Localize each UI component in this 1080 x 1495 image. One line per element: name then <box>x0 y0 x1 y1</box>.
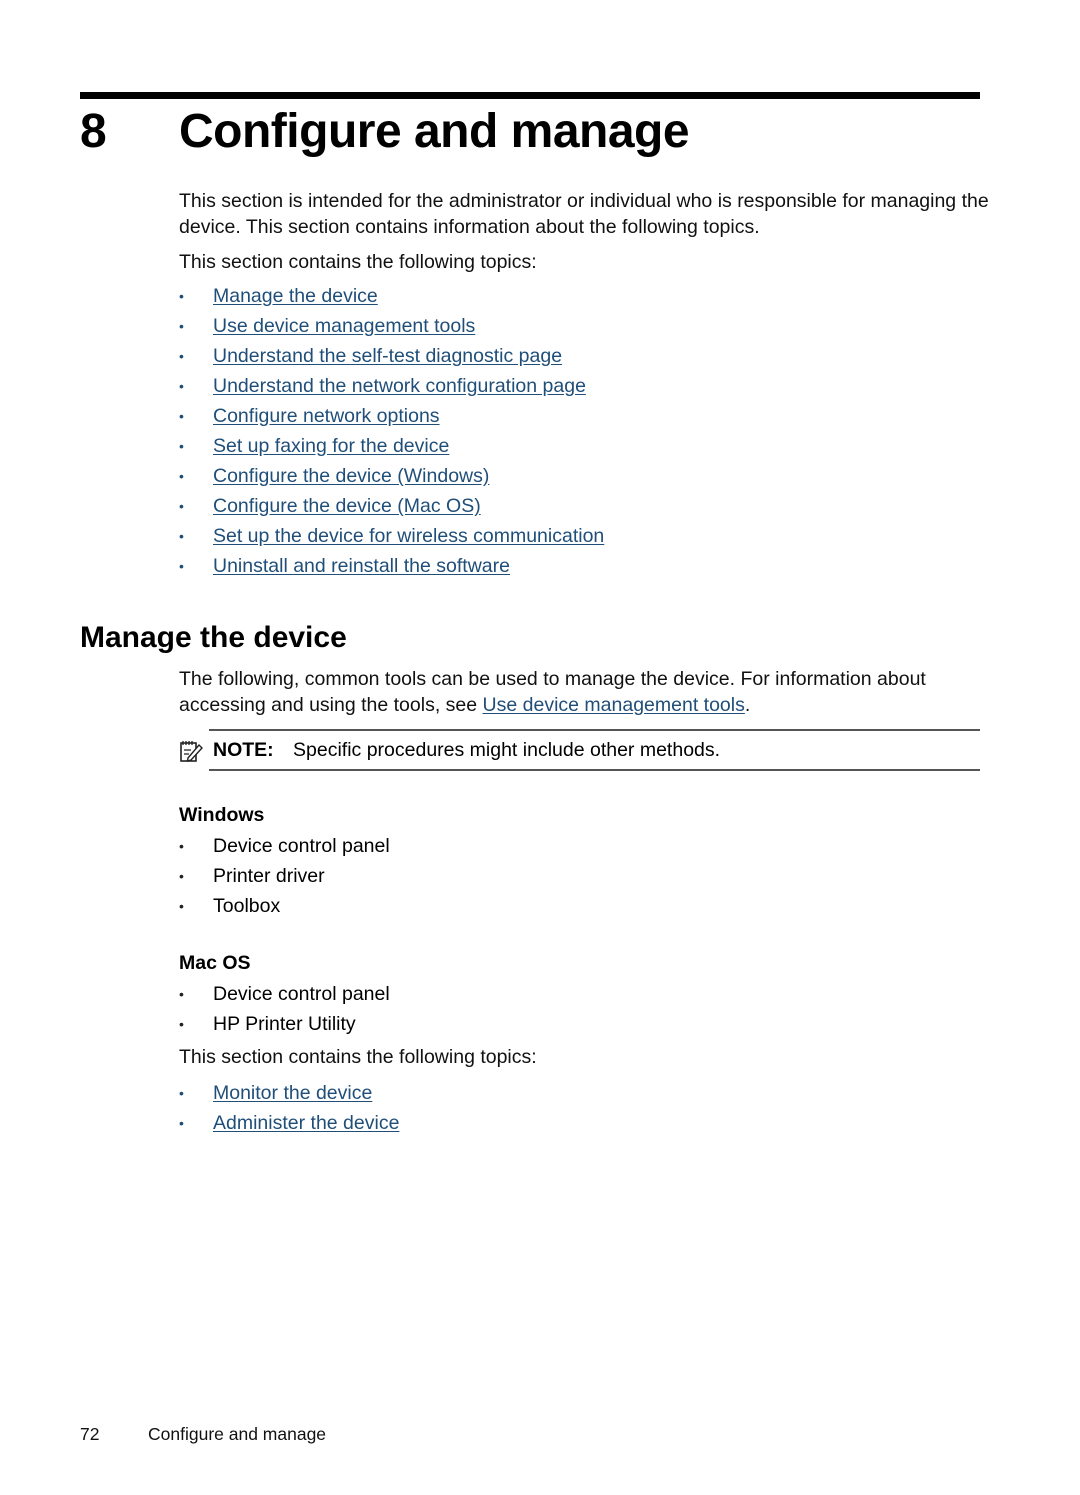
chapter-top-rule <box>80 92 980 99</box>
mac-heading: Mac OS <box>179 952 251 974</box>
footer-page-number: 72 <box>80 1424 100 1444</box>
mac-tool-control-panel: Device control panel <box>213 983 390 1005</box>
topic-link-uninstall-reinstall[interactable]: Uninstall and reinstall the software <box>213 551 510 581</box>
chapter-title: Configure and manage <box>179 105 690 158</box>
footer-chapter-title: Configure and manage <box>148 1424 327 1444</box>
bullet-icon: • <box>179 408 184 424</box>
note-bottom-rule <box>209 769 980 771</box>
manage-paragraph: The following, common tools can be used … <box>179 666 989 718</box>
inline-link-device-management-tools[interactable]: Use device management tools <box>483 694 745 716</box>
topic-link-device-management-tools[interactable]: Use device management tools <box>213 311 475 341</box>
note-label: NOTE: <box>213 739 274 761</box>
section-heading-manage-device: Manage the device <box>80 621 347 654</box>
bullet-icon: • <box>179 838 184 854</box>
chapter-heading: 8 Configure and manage <box>80 100 980 164</box>
topic-link-network-config-page[interactable]: Understand the network configuration pag… <box>213 371 586 401</box>
bullet-icon: • <box>179 558 184 574</box>
note-pencil-icon <box>179 739 203 763</box>
topic-link-wireless[interactable]: Set up the device for wireless communica… <box>213 521 604 551</box>
manage-topics-lead: This section contains the following topi… <box>179 1046 537 1068</box>
windows-tool-control-panel: Device control panel <box>213 835 390 857</box>
windows-heading: Windows <box>179 804 265 826</box>
topic-link-configure-windows[interactable]: Configure the device (Windows) <box>213 461 489 491</box>
bullet-icon: • <box>179 1115 184 1131</box>
bullet-icon: • <box>179 288 184 304</box>
bullet-icon: • <box>179 986 184 1002</box>
bullet-icon: • <box>179 318 184 334</box>
bullet-icon: • <box>179 528 184 544</box>
manage-paragraph-end: . <box>744 694 751 716</box>
topic-link-administer-device[interactable]: Administer the device <box>213 1108 399 1138</box>
bullet-icon: • <box>179 348 184 364</box>
bullet-icon: • <box>179 498 184 514</box>
topic-link-faxing[interactable]: Set up faxing for the device <box>213 431 449 461</box>
intro-topics-lead: This section contains the following topi… <box>179 251 537 273</box>
intro-paragraph: This section is intended for the adminis… <box>179 190 989 238</box>
windows-tool-printer-driver: Printer driver <box>213 865 325 887</box>
chapter-number: 8 <box>80 105 107 158</box>
bullet-icon: • <box>179 438 184 454</box>
bullet-icon: • <box>179 1016 184 1032</box>
topic-link-self-test-page[interactable]: Understand the self-test diagnostic page <box>213 341 562 371</box>
mac-tool-printer-utility: HP Printer Utility <box>213 1013 356 1035</box>
bullet-icon: • <box>179 378 184 394</box>
topic-link-configure-mac[interactable]: Configure the device (Mac OS) <box>213 491 481 521</box>
bullet-icon: • <box>179 1085 184 1101</box>
topic-link-manage-device[interactable]: Manage the device <box>213 281 378 311</box>
windows-tool-toolbox: Toolbox <box>213 895 281 917</box>
note-box: NOTE: Specific procedures might include … <box>179 736 979 764</box>
topic-link-network-options[interactable]: Configure network options <box>213 401 440 431</box>
bullet-icon: • <box>179 468 184 484</box>
note-text: Specific procedures might include other … <box>293 739 721 761</box>
bullet-icon: • <box>179 868 184 884</box>
topic-link-monitor-device[interactable]: Monitor the device <box>213 1078 372 1108</box>
note-top-rule <box>209 729 980 731</box>
bullet-icon: • <box>179 898 184 914</box>
